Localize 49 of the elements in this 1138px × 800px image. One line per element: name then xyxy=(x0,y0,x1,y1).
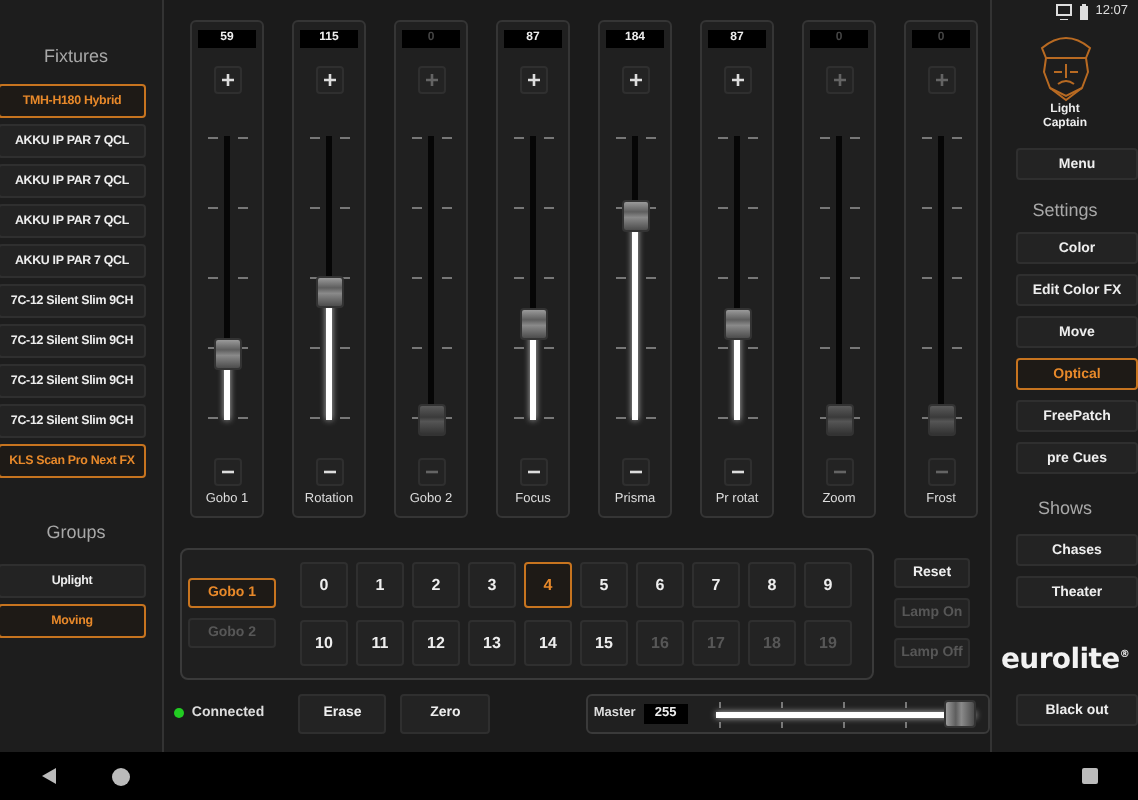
number-button[interactable]: 15 xyxy=(580,619,628,665)
plus-button[interactable] xyxy=(621,66,649,94)
minus-button[interactable] xyxy=(213,458,241,486)
slider-thumb[interactable] xyxy=(943,699,976,727)
plus-icon xyxy=(525,72,541,88)
number-button[interactable]: 7 xyxy=(692,562,740,608)
minus-button[interactable] xyxy=(621,458,649,486)
plus-icon xyxy=(219,72,235,88)
number-button[interactable]: 0 xyxy=(300,562,348,608)
fader-thumb[interactable] xyxy=(213,338,241,371)
brand-logo: eurolite$^{®}$ xyxy=(1000,644,1130,676)
section-heading: Fixtures xyxy=(41,46,110,66)
plus-icon xyxy=(933,72,949,88)
number-button[interactable]: 9 xyxy=(804,562,852,608)
plus-icon xyxy=(831,72,847,88)
plus-button[interactable] xyxy=(723,66,751,94)
number-button[interactable]: 14 xyxy=(524,619,572,665)
home-icon[interactable] xyxy=(112,767,130,785)
number-button[interactable]: 8 xyxy=(748,562,796,608)
fader-thumb[interactable] xyxy=(621,199,649,232)
number-button[interactable]: 3 xyxy=(468,562,516,608)
number-button[interactable]: 4 xyxy=(524,562,572,608)
fader-thumb[interactable] xyxy=(315,276,343,309)
fader-thumb[interactable] xyxy=(519,307,547,340)
notification-icon xyxy=(1055,3,1072,19)
section-heading: Groups xyxy=(44,522,108,542)
number-button[interactable]: 10 xyxy=(300,619,348,665)
plus-icon xyxy=(627,72,643,88)
plus-icon xyxy=(321,72,337,88)
section-heading: Settings xyxy=(1032,200,1098,220)
number-button[interactable]: 6 xyxy=(636,562,684,608)
minus-button[interactable] xyxy=(519,458,547,486)
number-button[interactable]: 11 xyxy=(356,619,404,665)
number-button[interactable]: 1 xyxy=(356,562,404,608)
minus-button[interactable] xyxy=(723,458,751,486)
plus-icon xyxy=(729,72,745,88)
fader-thumb[interactable] xyxy=(723,307,751,340)
plus-button[interactable] xyxy=(519,66,547,94)
number-button[interactable]: 12 xyxy=(412,619,460,665)
plus-button[interactable] xyxy=(213,66,241,94)
section-heading: Shows xyxy=(1037,498,1092,518)
battery-icon xyxy=(1077,3,1090,19)
back-icon[interactable] xyxy=(42,768,56,784)
number-button[interactable]: 2 xyxy=(412,562,460,608)
number-button[interactable]: 13 xyxy=(468,619,516,665)
plus-button[interactable] xyxy=(315,66,343,94)
number-button[interactable]: 5 xyxy=(580,562,628,608)
plus-icon xyxy=(423,72,439,88)
minus-button[interactable] xyxy=(315,458,343,486)
